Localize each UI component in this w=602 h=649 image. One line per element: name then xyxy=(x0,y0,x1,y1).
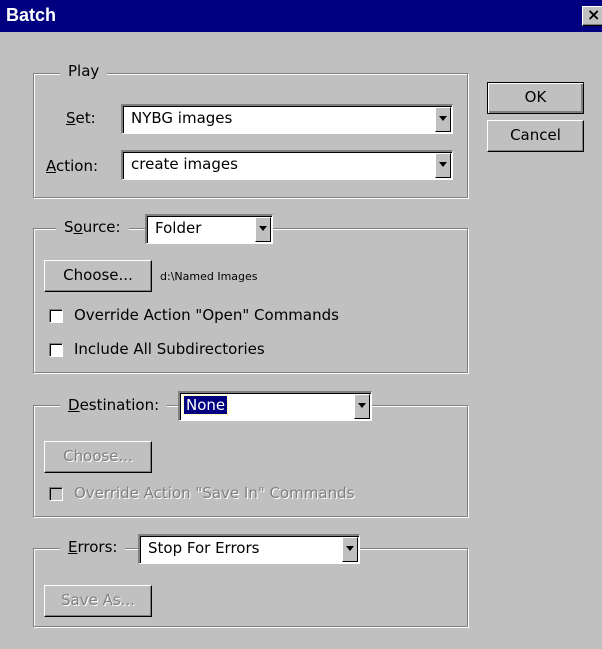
source-select-value: Folder xyxy=(155,219,202,237)
destination-select[interactable]: None xyxy=(178,391,372,421)
errors-label-end: rrors: xyxy=(77,538,118,556)
set-select[interactable]: NYBG images xyxy=(121,104,453,134)
source-path: d:\Named Images xyxy=(160,270,258,283)
include-subdirs-checkbox[interactable] xyxy=(49,343,63,357)
chevron-down-icon[interactable] xyxy=(435,153,451,178)
destination-label-mnemonic: D xyxy=(68,396,80,414)
errors-select[interactable]: Stop For Errors xyxy=(138,534,360,564)
action-label: Action: xyxy=(46,157,98,175)
source-label: Source: xyxy=(56,218,129,236)
set-select-value: NYBG images xyxy=(131,109,233,127)
destination-label: Destination: xyxy=(60,396,168,414)
window-title: Batch xyxy=(6,5,57,25)
action-label-mnemonic: A xyxy=(46,157,56,175)
set-label: Set: xyxy=(66,109,96,127)
title-bar[interactable]: Batch × xyxy=(0,0,602,32)
action-label-text: ction: xyxy=(56,157,99,175)
destination-choose-button: Choose... xyxy=(44,441,152,473)
errors-select-value: Stop For Errors xyxy=(148,539,260,557)
action-select[interactable]: create images xyxy=(121,150,453,180)
chevron-down-icon[interactable] xyxy=(435,107,451,132)
close-button[interactable]: × xyxy=(582,5,602,26)
action-select-value: create images xyxy=(131,155,238,173)
chevron-down-icon[interactable] xyxy=(255,217,271,242)
source-choose-button[interactable]: Choose... xyxy=(44,260,152,292)
source-label-end: urce: xyxy=(82,218,121,236)
chevron-down-icon[interactable] xyxy=(342,537,358,562)
source-label-mnemonic: o xyxy=(73,218,83,236)
destination-select-value: None xyxy=(182,395,229,415)
override-open-label[interactable]: Override Action "Open" Commands xyxy=(74,306,339,324)
override-save-label: Override Action "Save In" Commands xyxy=(74,484,355,502)
override-open-checkbox[interactable] xyxy=(49,309,63,323)
include-subdirs-label[interactable]: Include All Subdirectories xyxy=(74,340,265,358)
errors-label: Errors: xyxy=(60,538,126,556)
chevron-down-icon[interactable] xyxy=(354,394,370,419)
close-icon: × xyxy=(587,5,601,24)
destination-label-end: estination: xyxy=(79,396,160,414)
source-select[interactable]: Folder xyxy=(145,214,273,244)
set-label-text: et: xyxy=(75,109,96,127)
play-legend: Play xyxy=(60,62,108,80)
override-save-checkbox xyxy=(49,487,63,501)
set-label-mnemonic: S xyxy=(66,109,76,127)
cancel-button[interactable]: Cancel xyxy=(487,120,584,152)
ok-button[interactable]: OK xyxy=(487,82,584,114)
save-as-button: Save As... xyxy=(44,585,152,617)
batch-dialog: Batch × OK Cancel Play Set: NYBG images … xyxy=(0,0,602,649)
source-label-start: S xyxy=(64,218,74,236)
